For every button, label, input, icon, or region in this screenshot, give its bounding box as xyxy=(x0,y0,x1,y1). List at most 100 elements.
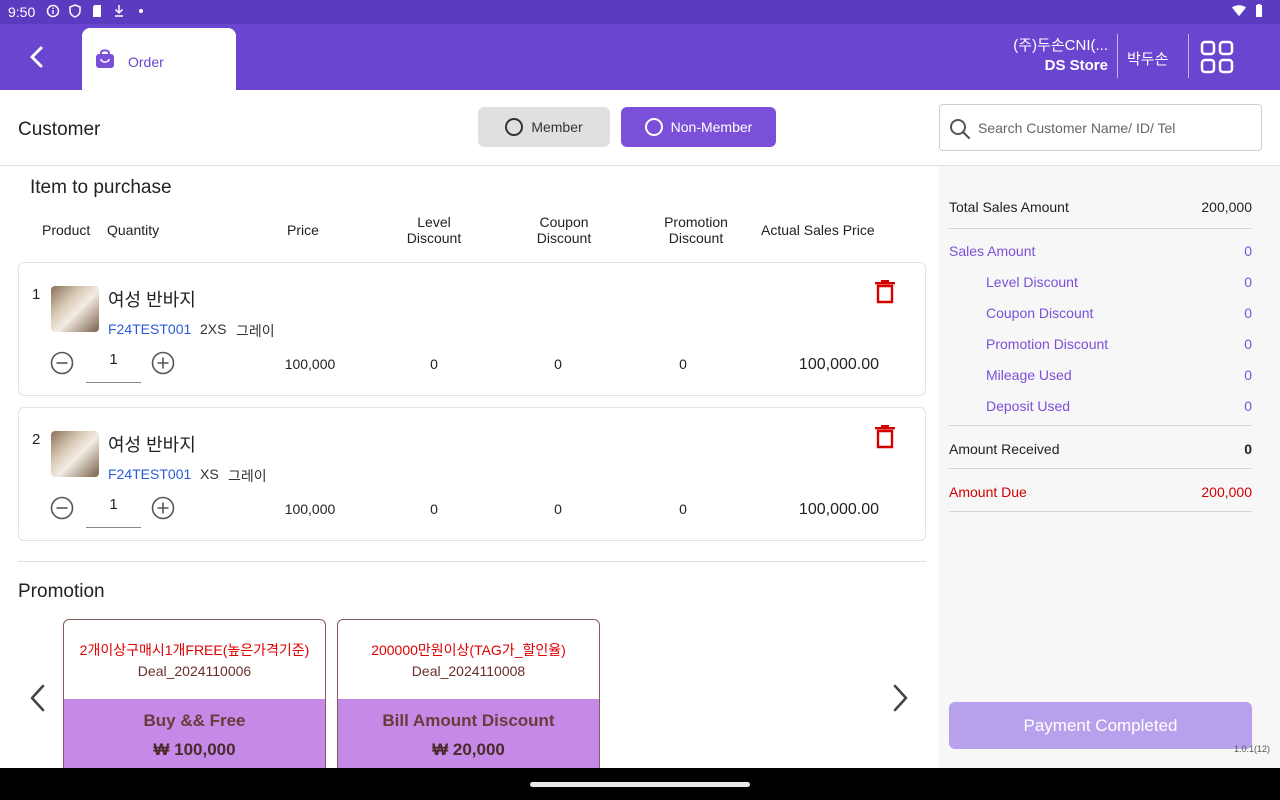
item-actual-price: 100,000.00 xyxy=(798,356,879,373)
summary-value: 200,000 xyxy=(1201,484,1252,500)
promotion-card[interactable]: 200000만원이상(TAG가_할인율) Deal_2024110008 Bil… xyxy=(337,619,600,779)
summary-amount-received: Amount Received 0 xyxy=(949,441,1252,457)
gesture-handle[interactable] xyxy=(530,782,750,787)
summary-label: Total Sales Amount xyxy=(949,199,1069,215)
member-label: Member xyxy=(531,119,583,135)
non-member-label: Non-Member xyxy=(670,119,753,135)
product-thumbnail xyxy=(51,431,99,477)
item-actual-price: 100,000.00 xyxy=(798,501,879,518)
product-size: XS xyxy=(200,466,219,482)
summary-deposit-used: Deposit Used 0 xyxy=(986,398,1252,414)
search-icon xyxy=(950,119,971,140)
shield-icon xyxy=(69,4,81,18)
promotion-card[interactable]: 2개이상구매시1개FREE(높은가격기준) Deal_2024110006 Bu… xyxy=(63,619,326,779)
summary-promotion-discount: Promotion Discount 0 xyxy=(986,336,1252,352)
summary-label: Mileage Used xyxy=(986,367,1072,383)
item-level-discount: 0 xyxy=(430,501,438,517)
increase-quantity-icon[interactable] xyxy=(151,351,175,375)
promotion-card-footer: Bill Amount Discount ₩ 20,000 xyxy=(338,699,599,778)
chevron-right-icon[interactable] xyxy=(890,683,910,713)
customer-row: Customer Member Non-Member xyxy=(0,90,1280,166)
status-time: 9:50 xyxy=(8,4,36,20)
product-code: F24TEST001 xyxy=(108,321,192,337)
item-coupon-discount: 0 xyxy=(554,356,562,372)
summary-level-discount: Level Discount 0 xyxy=(986,274,1252,290)
summary-label: Amount Due xyxy=(949,484,1027,500)
info-icon xyxy=(46,4,60,18)
summary-sales-amount: Sales Amount 0 xyxy=(949,243,1252,259)
battery-icon xyxy=(1256,4,1262,17)
summary-label: Promotion Discount xyxy=(986,336,1109,352)
col-promotion-discount-line2: Discount xyxy=(668,230,724,246)
summary-amount-due: Amount Due 200,000 xyxy=(949,484,1252,500)
promotion-card-amount: ₩ 20,000 xyxy=(432,740,505,759)
promotion-card-amount: ₩ 100,000 xyxy=(153,740,236,759)
promotion-card-code: Deal_2024110008 xyxy=(411,663,526,679)
col-coupon-discount: Coupon Discount xyxy=(524,214,604,246)
company-info: (주)두손CNI(... DS Store xyxy=(1013,36,1108,76)
order-item-card: 1 여성 반바지 F24TEST001 2XS 그레이 1 100,000 0 … xyxy=(18,262,926,396)
divider xyxy=(949,425,1252,426)
divider xyxy=(1188,34,1189,78)
divider xyxy=(949,511,1252,512)
item-coupon-discount: 0 xyxy=(554,501,562,517)
search-input[interactable] xyxy=(978,113,1248,143)
col-level-discount: Level Discount xyxy=(394,214,474,246)
divider xyxy=(949,228,1252,229)
sd-card-icon xyxy=(93,5,101,17)
tab-order-label: Order xyxy=(128,54,164,70)
customer-search xyxy=(939,104,1262,151)
summary-value: 0 xyxy=(1244,243,1252,259)
divider xyxy=(1117,34,1118,78)
non-member-toggle[interactable]: Non-Member xyxy=(621,107,776,147)
shopping-bag-icon xyxy=(96,49,114,68)
promotion-title: Promotion xyxy=(18,581,105,602)
order-item-card: 2 여성 반바지 F24TEST001 XS 그레이 1 100,000 0 0… xyxy=(18,407,926,541)
order-items-panel: Item to purchase Product Quantity Price … xyxy=(0,166,938,779)
quantity-field[interactable]: 1 xyxy=(86,347,141,383)
app-grid-icon[interactable] xyxy=(1200,40,1234,74)
status-notification-icons xyxy=(46,4,148,18)
product-color: 그레이 xyxy=(236,323,275,339)
summary-label: Level Discount xyxy=(986,274,1078,290)
divider xyxy=(18,561,926,562)
delete-trash-icon[interactable] xyxy=(875,280,895,304)
product-size: 2XS xyxy=(200,321,227,337)
delete-trash-icon[interactable] xyxy=(875,425,895,449)
product-name: 여성 반바지 xyxy=(108,435,196,455)
summary-label: Sales Amount xyxy=(949,243,1036,259)
back-arrow-icon[interactable] xyxy=(22,42,52,72)
item-price: 100,000 xyxy=(284,356,336,372)
product-name: 여성 반바지 xyxy=(108,290,196,310)
col-quantity: Quantity xyxy=(107,222,160,238)
summary-coupon-discount: Coupon Discount 0 xyxy=(986,305,1252,321)
col-coupon-discount-line1: Coupon xyxy=(539,214,589,230)
summary-label: Deposit Used xyxy=(986,398,1071,414)
summary-total-sales: Total Sales Amount 200,000 xyxy=(949,199,1252,215)
radio-icon xyxy=(644,118,663,136)
decrease-quantity-icon[interactable] xyxy=(50,496,74,520)
item-index: 1 xyxy=(32,286,41,303)
col-level-discount-line2: Discount xyxy=(406,230,462,246)
decrease-quantity-icon[interactable] xyxy=(50,351,74,375)
tab-order[interactable]: Order xyxy=(82,28,236,90)
summary-value: 0 xyxy=(1244,336,1252,352)
payment-completed-button[interactable]: Payment Completed xyxy=(949,702,1252,749)
system-nav-bar xyxy=(0,768,1280,800)
summary-value: 0 xyxy=(1244,367,1252,383)
col-product: Product xyxy=(42,222,91,238)
promotion-card-title: 200000만원이상(TAG가_할인율) xyxy=(371,642,566,658)
col-promotion-discount: Promotion Discount xyxy=(651,214,741,246)
chevron-left-icon[interactable] xyxy=(28,683,48,713)
col-actual-sales-price: Actual Sales Price xyxy=(761,222,875,238)
member-toggle[interactable]: Member xyxy=(478,107,610,147)
payment-summary: Total Sales Amount 200,000 Sales Amount … xyxy=(938,166,1280,768)
item-promotion-discount: 0 xyxy=(679,501,687,517)
summary-value: 200,000 xyxy=(1201,199,1252,215)
app-bar: Order (주)두손CNI(... DS Store 박두손 xyxy=(0,24,1280,90)
item-price: 100,000 xyxy=(284,501,336,517)
summary-value: 0 xyxy=(1244,398,1252,414)
item-promotion-discount: 0 xyxy=(679,356,687,372)
quantity-field[interactable]: 1 xyxy=(86,492,141,528)
increase-quantity-icon[interactable] xyxy=(151,496,175,520)
